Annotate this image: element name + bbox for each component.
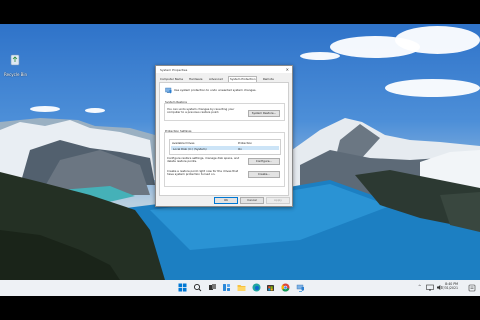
create-button[interactable]: Create... <box>248 171 280 178</box>
store-icon[interactable] <box>266 283 275 292</box>
chrome-icon[interactable] <box>281 283 290 292</box>
screen: Recycle Bin System Properties ✕ Computer… <box>0 0 480 320</box>
configure-text: Configure restore settings, manage disk … <box>167 156 240 164</box>
recycle-bin-label: Recycle Bin <box>4 72 28 77</box>
system-restore-description: You can undo system changes by reverting… <box>167 107 235 115</box>
clock[interactable]: 8:40 PM 7/31/2021 <box>442 282 458 290</box>
drive-name: Local Disk (C:) (System) <box>173 146 207 151</box>
desktop: Recycle Bin System Properties ✕ Computer… <box>0 24 480 280</box>
widgets-icon[interactable] <box>222 283 231 292</box>
apply-button[interactable]: Apply <box>266 197 290 204</box>
system-restore-button[interactable]: System Restore... <box>248 110 280 117</box>
configure-button[interactable]: Configure... <box>248 158 280 165</box>
letterbox-top <box>0 0 480 24</box>
taskbar: ^ 8:40 PM 7/31/2021 <box>0 280 480 296</box>
network-icon[interactable] <box>426 284 434 291</box>
cancel-button[interactable]: Cancel <box>240 197 264 204</box>
system-properties-icon[interactable] <box>296 283 305 292</box>
ok-button[interactable]: OK <box>214 197 238 204</box>
close-icon[interactable]: ✕ <box>286 67 289 72</box>
clock-date: 7/31/2021 <box>441 286 458 291</box>
recycle-bin-icon <box>10 54 20 66</box>
system-protection-panel: Use system protection to undo unwanted s… <box>159 82 289 196</box>
search-icon[interactable] <box>193 283 202 292</box>
drive-protection: On <box>238 146 242 151</box>
file-explorer-icon[interactable] <box>237 283 246 292</box>
tray-chevron-icon[interactable]: ^ <box>418 284 421 289</box>
column-header-drives: Available Drives <box>172 141 195 145</box>
column-header-protection: Protection <box>238 141 253 145</box>
system-protection-icon <box>165 87 172 94</box>
dialog-titlebar[interactable]: System Properties ✕ <box>156 66 292 73</box>
intro-text: Use system protection to undo unwanted s… <box>174 88 257 92</box>
edge-icon[interactable] <box>252 283 261 292</box>
letterbox-bottom <box>0 296 480 320</box>
notifications-icon[interactable] <box>468 284 476 292</box>
system-properties-dialog: System Properties ✕ Computer Name Hardwa… <box>155 65 293 207</box>
create-text: Create a restore point right now for the… <box>167 169 239 177</box>
windows-start-icon[interactable] <box>178 283 187 292</box>
table-row[interactable]: Local Disk (C:) (System) On <box>171 146 279 151</box>
recycle-bin-shortcut[interactable]: Recycle Bin <box>4 51 28 77</box>
task-view-icon[interactable] <box>208 283 217 292</box>
dialog-title: System Properties <box>160 67 188 72</box>
drives-table: Available Drives Protection Local Disk (… <box>169 139 281 155</box>
